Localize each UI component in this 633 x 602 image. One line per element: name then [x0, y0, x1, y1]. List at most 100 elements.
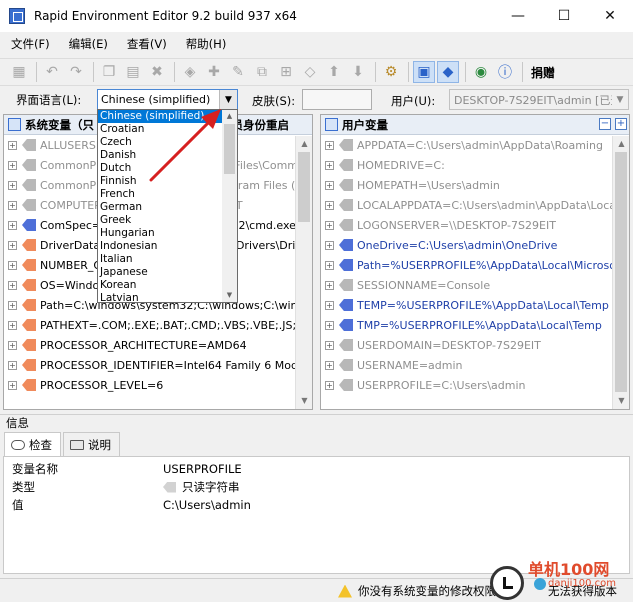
close-button[interactable]: ✕ [587, 0, 633, 32]
expand-icon[interactable]: + [325, 180, 334, 190]
expand-icon[interactable]: + [8, 200, 17, 210]
view-window-icon[interactable]: ▣ [413, 61, 435, 83]
variable-text: LOGONSERVER=\\DESKTOP-7S29EIT [357, 218, 556, 232]
web-icon[interactable]: ◉ [470, 61, 492, 83]
scroll-down-icon[interactable]: ▼ [296, 393, 312, 409]
undo-icon[interactable]: ↶ [41, 61, 63, 83]
scroll-up-icon[interactable]: ▲ [613, 136, 629, 152]
tag-icon[interactable]: ◇ [299, 61, 321, 83]
variable-row[interactable]: + HOMEDRIVE=C: [321, 155, 629, 175]
expand-icon[interactable]: + [325, 240, 334, 250]
expand-icon[interactable]: + [325, 320, 334, 330]
language-option[interactable]: Italian [98, 253, 237, 266]
expand-icon[interactable]: + [325, 260, 334, 270]
expand-icon[interactable]: + [8, 360, 17, 370]
move-down-icon[interactable]: ⬇ [347, 61, 369, 83]
expand-icon[interactable]: + [8, 180, 17, 190]
variable-row[interactable]: + SESSIONNAME=Console [321, 275, 629, 295]
expand-icon[interactable]: + [325, 140, 334, 150]
scroll-up-icon[interactable]: ▲ [296, 136, 312, 152]
language-option[interactable]: Greek [98, 214, 237, 227]
language-option[interactable]: Indonesian [98, 240, 237, 253]
redo-icon[interactable]: ↷ [65, 61, 87, 83]
expand-icon[interactable]: + [325, 300, 334, 310]
add-variable-icon[interactable]: ◈ [179, 61, 201, 83]
menu-file[interactable]: 文件(F) [0, 36, 58, 52]
expand-icon[interactable]: + [8, 160, 17, 170]
paste-icon[interactable]: ▤ [122, 61, 144, 83]
expand-icon[interactable]: + [325, 220, 334, 230]
expand-icon[interactable]: + [325, 360, 334, 370]
donate-button[interactable]: 捐赠 [531, 64, 555, 81]
variable-row[interactable]: + USERPROFILE=C:\Users\admin [321, 375, 629, 395]
expand-icon[interactable]: + [8, 280, 17, 290]
toolbar-separator [522, 62, 523, 82]
menu-help[interactable]: 帮助(H) [175, 36, 235, 52]
skin-select[interactable] [302, 89, 372, 110]
variable-row[interactable]: + APPDATA=C:\Users\admin\AppData\Roaming [321, 135, 629, 155]
save-icon[interactable]: ▦ [8, 61, 30, 83]
user-select[interactable]: DESKTOP-7S29EIT\admin [已登 ▼ [449, 89, 629, 110]
scroll-down-icon[interactable]: ▼ [613, 393, 629, 409]
expand-icon[interactable]: + [325, 280, 334, 290]
variable-row[interactable]: + LOGONSERVER=\\DESKTOP-7S29EIT [321, 215, 629, 235]
collapse-all-icon[interactable]: − [599, 118, 611, 130]
expand-icon[interactable]: + [8, 300, 17, 310]
expand-icon[interactable]: + [8, 380, 17, 390]
chevron-down-icon[interactable]: ▼ [612, 90, 628, 109]
expand-icon[interactable]: + [325, 160, 334, 170]
expand-icon[interactable]: + [325, 380, 334, 390]
expand-icon[interactable]: + [8, 140, 17, 150]
help-icon[interactable]: ⓘ [494, 61, 516, 83]
red-arrow-annotation [149, 109, 221, 182]
expand-icon[interactable]: + [325, 340, 334, 350]
copy-icon[interactable]: ❐ [98, 61, 120, 83]
variable-row[interactable]: + USERDOMAIN=DESKTOP-7S29EIT [321, 335, 629, 355]
convert-icon[interactable]: ⊞ [275, 61, 297, 83]
view-tags-icon[interactable]: ◆ [437, 61, 459, 83]
user-panel-title: 用户变量 [342, 117, 388, 132]
settings-gear-icon[interactable]: ⚙ [380, 61, 402, 83]
expand-icon[interactable]: + [8, 220, 17, 230]
tab-description[interactable]: 说明 [63, 432, 120, 456]
menu-view[interactable]: 查看(V) [116, 36, 175, 52]
delete-icon[interactable]: ✖ [146, 61, 168, 83]
variable-row[interactable]: + Path=%USERPROFILE%\AppData\Local\Micros… [321, 255, 629, 275]
language-option[interactable]: Latvian [98, 292, 237, 302]
variable-row[interactable]: + HOMEPATH=\Users\admin [321, 175, 629, 195]
duplicate-icon[interactable]: ⧉ [251, 61, 273, 83]
add-value-icon[interactable]: ✚ [203, 61, 225, 83]
scroll-down-icon[interactable]: ▼ [222, 289, 237, 302]
language-option[interactable]: French [98, 188, 237, 201]
scrollbar-thumb[interactable] [298, 152, 310, 222]
variable-row[interactable]: + TMP=%USERPROFILE%\AppData\Local\Temp [321, 315, 629, 335]
user-panel-scrollbar[interactable]: ▲ ▼ [612, 136, 629, 409]
variable-row[interactable]: + PROCESSOR_LEVEL=6 [4, 375, 312, 395]
language-option[interactable]: Korean [98, 279, 237, 292]
scrollbar-thumb[interactable] [615, 152, 627, 392]
expand-icon[interactable]: + [8, 320, 17, 330]
menu-edit[interactable]: 编辑(E) [58, 36, 116, 52]
expand-icon[interactable]: + [8, 240, 17, 250]
maximize-button[interactable]: ☐ [541, 0, 587, 32]
minimize-button[interactable]: — [495, 0, 541, 32]
language-option[interactable]: Hungarian [98, 227, 237, 240]
variable-row[interactable]: + TEMP=%USERPROFILE%\AppData\Local\Temp [321, 295, 629, 315]
variable-row[interactable]: + USERNAME=admin [321, 355, 629, 375]
language-option[interactable]: Japanese [98, 266, 237, 279]
variable-row[interactable]: + LOCALAPPDATA=C:\Users\admin\AppData\Loc… [321, 195, 629, 215]
language-option[interactable]: German [98, 201, 237, 214]
expand-icon[interactable]: + [8, 260, 17, 270]
variable-row[interactable]: + PATHEXT=.COM;.EXE;.BAT;.CMD;.VBS;.VBE;.… [4, 315, 312, 335]
system-panel-scrollbar[interactable]: ▲ ▼ [295, 136, 312, 409]
edit-icon[interactable]: ✎ [227, 61, 249, 83]
expand-all-icon[interactable]: + [615, 118, 627, 130]
tab-inspect[interactable]: 检查 [4, 432, 61, 456]
move-up-icon[interactable]: ⬆ [323, 61, 345, 83]
info-key: 变量名称 [12, 462, 58, 476]
expand-icon[interactable]: + [325, 200, 334, 210]
variable-row[interactable]: + PROCESSOR_ARCHITECTURE=AMD64 [4, 335, 312, 355]
variable-row[interactable]: + OneDrive=C:\Users\admin\OneDrive [321, 235, 629, 255]
expand-icon[interactable]: + [8, 340, 17, 350]
variable-row[interactable]: + PROCESSOR_IDENTIFIER=Intel64 Family 6 M… [4, 355, 312, 375]
